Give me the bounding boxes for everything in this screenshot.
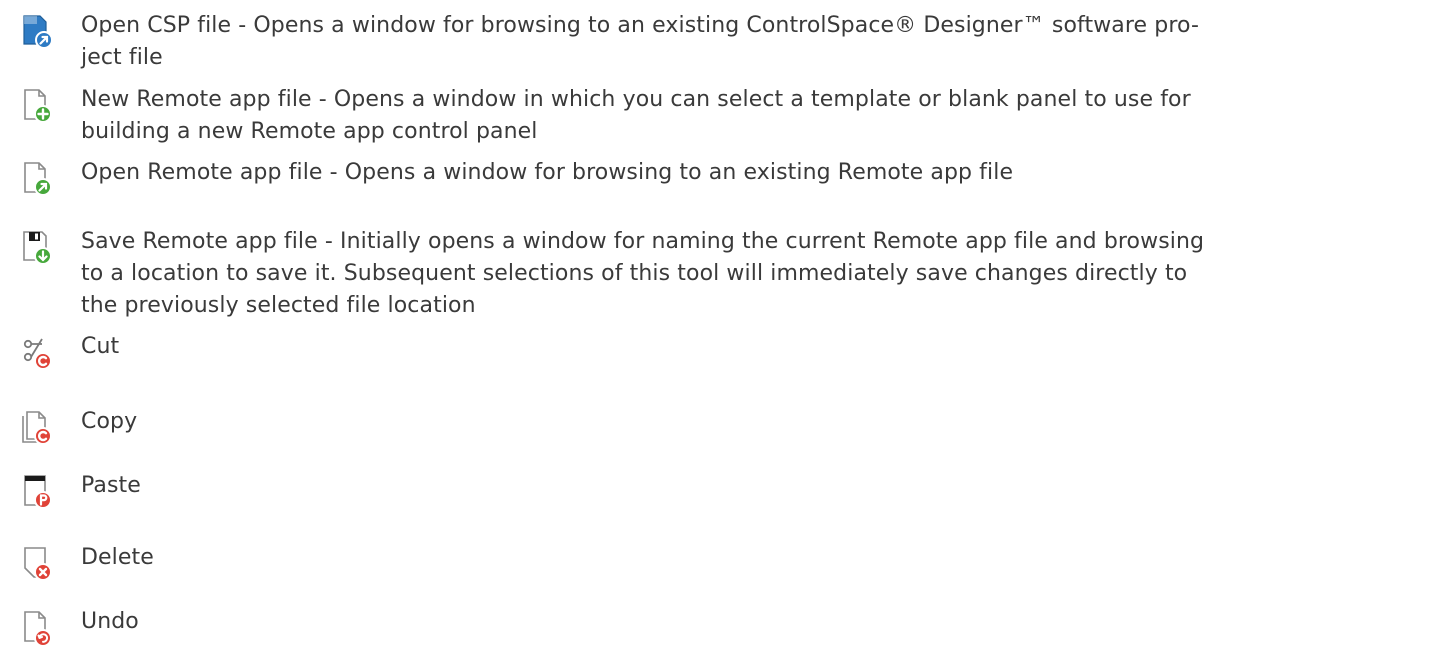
list-item-text: Open Remote app file - Opens a window fo… [81, 160, 1014, 185]
open-file-icon [20, 161, 54, 197]
list-item-text: New Remote app file - Opens a window in … [81, 87, 1191, 144]
list-item-text: Undo [81, 609, 139, 634]
paste-icon [20, 474, 54, 510]
list-item-text: Delete [81, 545, 154, 570]
cut-icon [20, 335, 54, 371]
list-item-text: Open CSP file - Opens a window for brows… [81, 13, 1199, 70]
list-item-text: Save Remote app file - Initially opens a… [81, 229, 1205, 318]
list-item-text: Cut [81, 334, 120, 359]
delete-icon [20, 546, 54, 582]
undo-icon [20, 610, 54, 646]
toolbar-icon-legend: Open CSP file - Opens a window for brows… [0, 0, 1445, 647]
new-file-icon [20, 88, 54, 124]
copy-icon [20, 410, 54, 446]
list-item-text: Copy [81, 409, 138, 434]
open-csp-icon [20, 14, 54, 50]
save-file-icon [20, 230, 54, 266]
list-item-text: Paste [81, 473, 141, 498]
